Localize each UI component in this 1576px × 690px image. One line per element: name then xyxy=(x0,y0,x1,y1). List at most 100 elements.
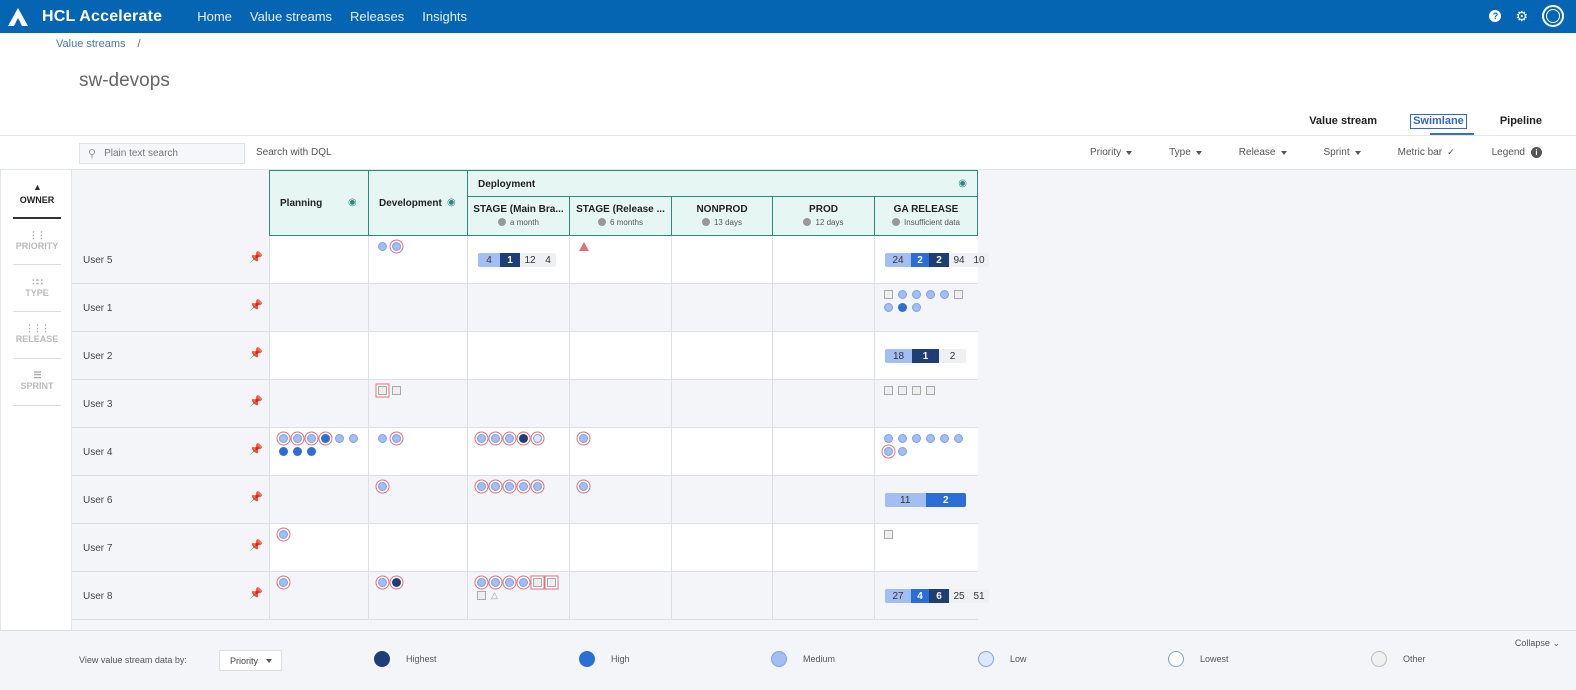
work-item-dot-icon[interactable] xyxy=(349,434,358,443)
warning-triangle-icon[interactable] xyxy=(579,242,589,251)
hide-eye-icon[interactable]: ◉ xyxy=(348,197,357,208)
collapse-button[interactable]: Collapse ⌄ xyxy=(1515,638,1560,649)
breadcrumb-value-streams[interactable]: Value streams xyxy=(56,38,126,50)
work-item-dot-icon[interactable] xyxy=(378,434,387,443)
work-item-dot-icon[interactable] xyxy=(477,578,486,587)
work-item-dot-icon[interactable] xyxy=(912,290,921,299)
metric-bar[interactable]: 24 2 2 94 10 xyxy=(885,253,989,267)
group-by-priority[interactable]: ⋮⋮ PRIORITY xyxy=(13,230,61,251)
nav-releases[interactable]: Releases xyxy=(350,9,404,24)
work-item-dot-icon[interactable] xyxy=(335,434,344,443)
work-item-dot-icon[interactable] xyxy=(533,434,542,443)
pin-icon[interactable]: 📌 xyxy=(249,251,263,264)
nav-home[interactable]: Home xyxy=(197,9,232,24)
work-item-dot-icon[interactable] xyxy=(279,447,288,456)
work-item-dot-icon[interactable] xyxy=(279,530,288,539)
work-item-square-icon[interactable] xyxy=(477,591,486,600)
settings-gear-icon[interactable]: ⚙ xyxy=(1515,8,1528,25)
work-item-dot-icon[interactable] xyxy=(392,242,401,251)
hide-eye-icon[interactable]: ◉ xyxy=(447,197,456,208)
work-item-dot-icon[interactable] xyxy=(491,578,500,587)
work-item-square-icon[interactable] xyxy=(926,386,935,395)
work-item-dot-icon[interactable] xyxy=(926,434,935,443)
work-item-square-icon[interactable] xyxy=(954,290,963,299)
work-item-dot-icon[interactable] xyxy=(898,434,907,443)
work-item-dot-icon[interactable] xyxy=(898,303,907,312)
work-item-dot-icon[interactable] xyxy=(505,482,514,491)
tab-swimlane[interactable]: Swimlane xyxy=(1410,114,1467,129)
work-item-dot-icon[interactable] xyxy=(954,434,963,443)
work-item-dot-icon[interactable] xyxy=(884,447,893,456)
group-by-type[interactable]: ∷∷ TYPE xyxy=(13,277,61,298)
work-item-dot-icon[interactable] xyxy=(477,434,486,443)
pin-icon[interactable]: 📌 xyxy=(249,443,263,456)
work-item-dot-icon[interactable] xyxy=(912,303,921,312)
group-by-owner[interactable]: ▲ OWNER xyxy=(13,182,61,205)
pin-icon[interactable]: 📌 xyxy=(249,395,263,408)
triangle-icon[interactable]: △ xyxy=(491,591,498,600)
work-item-square-icon[interactable] xyxy=(392,386,401,395)
group-by-release[interactable]: ⋮⋮⋮ RELEASE xyxy=(13,323,61,344)
metric-bar-toggle[interactable]: Metric bar ✓ xyxy=(1398,147,1455,158)
work-item-dot-icon[interactable] xyxy=(491,482,500,491)
work-item-dot-icon[interactable] xyxy=(519,434,528,443)
work-item-square-icon[interactable] xyxy=(898,386,907,395)
work-item-dot-icon[interactable] xyxy=(898,447,907,456)
work-item-dot-icon[interactable] xyxy=(279,578,288,587)
work-item-square-icon[interactable] xyxy=(884,530,893,539)
work-item-square-icon[interactable] xyxy=(547,578,556,587)
view-by-select[interactable]: Priority xyxy=(219,650,282,671)
pin-icon[interactable]: 📌 xyxy=(249,347,263,360)
work-item-dot-icon[interactable] xyxy=(519,482,528,491)
tab-value-stream[interactable]: Value stream xyxy=(1309,115,1377,133)
work-item-dot-icon[interactable] xyxy=(279,434,288,443)
work-item-dot-icon[interactable] xyxy=(505,434,514,443)
work-item-dot-icon[interactable] xyxy=(392,434,401,443)
priority-filter[interactable]: Priority xyxy=(1090,147,1133,158)
work-item-dot-icon[interactable] xyxy=(392,578,401,587)
pin-icon[interactable]: 📌 xyxy=(249,587,263,600)
work-item-dot-icon[interactable] xyxy=(378,242,387,251)
work-item-dot-icon[interactable] xyxy=(579,434,588,443)
work-item-dot-icon[interactable] xyxy=(926,290,935,299)
pin-icon[interactable]: 📌 xyxy=(249,491,263,504)
work-item-dot-icon[interactable] xyxy=(912,434,921,443)
work-item-dot-icon[interactable] xyxy=(378,482,387,491)
work-item-dot-icon[interactable] xyxy=(884,303,893,312)
work-item-dot-icon[interactable] xyxy=(293,434,302,443)
metric-bar[interactable]: 27 4 6 25 51 xyxy=(885,589,989,603)
release-filter[interactable]: Release xyxy=(1239,147,1287,158)
metric-bar[interactable]: 11 2 xyxy=(885,493,966,507)
work-item-dot-icon[interactable] xyxy=(477,482,486,491)
work-item-dot-icon[interactable] xyxy=(884,434,893,443)
sprint-filter[interactable]: Sprint xyxy=(1324,147,1361,158)
plain-text-search-input[interactable]: ⚲ Plain text search xyxy=(79,143,245,164)
work-item-dot-icon[interactable] xyxy=(307,447,316,456)
nav-insights[interactable]: Insights xyxy=(422,9,467,24)
work-item-dot-icon[interactable] xyxy=(491,434,500,443)
work-item-dot-icon[interactable] xyxy=(898,290,907,299)
pin-icon[interactable]: 📌 xyxy=(249,539,263,552)
work-item-square-icon[interactable] xyxy=(533,578,542,587)
metric-bar[interactable]: 18 1 2 xyxy=(885,349,966,363)
group-by-sprint[interactable]: ☰ SPRINT xyxy=(13,370,61,391)
work-item-square-icon[interactable] xyxy=(884,386,893,395)
metric-bar[interactable]: 4 1 12 4 xyxy=(478,253,556,267)
work-item-dot-icon[interactable] xyxy=(519,578,528,587)
pin-icon[interactable]: 📌 xyxy=(249,299,263,312)
type-filter[interactable]: Type xyxy=(1169,147,1202,158)
work-item-dot-icon[interactable] xyxy=(307,434,316,443)
work-item-dot-icon[interactable] xyxy=(533,482,542,491)
work-item-dot-icon[interactable] xyxy=(579,482,588,491)
help-icon[interactable]: ? xyxy=(1489,10,1502,22)
user-avatar-icon[interactable] xyxy=(1542,5,1564,27)
work-item-square-icon[interactable] xyxy=(378,386,387,395)
search-with-dql-link[interactable]: Search with DQL xyxy=(256,147,332,158)
tab-pipeline[interactable]: Pipeline xyxy=(1500,115,1542,133)
work-item-dot-icon[interactable] xyxy=(940,290,949,299)
work-item-dot-icon[interactable] xyxy=(505,578,514,587)
work-item-dot-icon[interactable] xyxy=(378,578,387,587)
nav-value-streams[interactable]: Value streams xyxy=(250,9,332,24)
work-item-dot-icon[interactable] xyxy=(321,434,330,443)
work-item-square-icon[interactable] xyxy=(884,290,893,299)
